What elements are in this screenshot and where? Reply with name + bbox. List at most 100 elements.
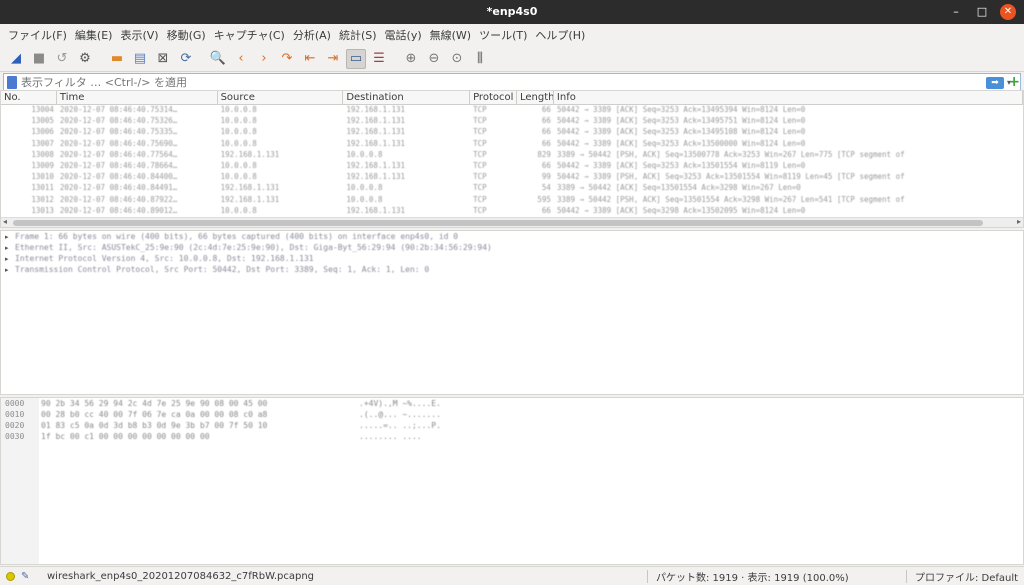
capture-comment-icon[interactable]: ✎ bbox=[21, 571, 35, 582]
detail-tree-label: Internet Protocol Version 4, Src: 10.0.0… bbox=[15, 254, 314, 263]
scroll-right-icon[interactable]: ▸ bbox=[1017, 217, 1021, 226]
detail-tree-item[interactable]: ▸ Transmission Control Protocol, Src Port… bbox=[1, 264, 1023, 275]
go-to-packet-icon[interactable]: ↷ bbox=[277, 49, 297, 69]
packet-cell: 2020-12-07 08:46:40.87922… bbox=[59, 194, 178, 204]
hex-row[interactable]: 0000 90 2b 34 56 29 94 2c 4d 7e 25 9e 90 … bbox=[1, 398, 1023, 409]
hex-offset: 0010 bbox=[5, 410, 25, 419]
packet-cell: TCP bbox=[473, 149, 487, 159]
autoscroll-icon[interactable]: ▭ bbox=[346, 48, 366, 69]
scrollbar-thumb[interactable] bbox=[13, 220, 983, 226]
column-header[interactable]: Destination bbox=[343, 91, 471, 104]
expand-arrow-icon[interactable]: ▸ bbox=[5, 244, 15, 252]
resize-columns-icon[interactable]: ⫼ bbox=[470, 49, 490, 69]
expand-arrow-icon[interactable]: ▸ bbox=[5, 233, 15, 241]
close-file-icon[interactable]: ⊠ bbox=[153, 49, 173, 69]
packet-row[interactable]: 13007 2020-12-07 08:46:40.75690… 10.0.0.8 1… bbox=[1, 139, 1023, 150]
packet-cell: 13004 bbox=[31, 105, 54, 114]
hex-row[interactable]: 0030 1f bc 00 c1 00 00 00 00 00 00 00 00.… bbox=[1, 431, 1023, 442]
menu-item[interactable]: 無線(W) bbox=[426, 27, 475, 43]
packet-cell: 10.0.0.8 bbox=[220, 116, 257, 126]
shark-fin-start-icon[interactable]: ◢ bbox=[6, 49, 26, 69]
toolbar-separator bbox=[392, 49, 398, 69]
title-bar: *enp4s0 – □ ✕ bbox=[0, 0, 1024, 24]
packet-cell: 3389 → 50442 [ACK] Seq=13501554 Ack=3298… bbox=[556, 183, 801, 193]
go-back-icon[interactable]: ‹ bbox=[231, 49, 251, 69]
column-header[interactable]: Time bbox=[57, 91, 218, 104]
menu-item[interactable]: 電話(y) bbox=[381, 27, 426, 43]
capture-options-icon[interactable]: ⚙ bbox=[75, 49, 95, 69]
packet-cell: 2020-12-07 08:46:40.77564… bbox=[59, 149, 178, 159]
packet-cell: 50442 → 3389 [ACK] Seq=3253 Ack=13495751… bbox=[556, 116, 806, 126]
zoom-out-icon[interactable]: ⊖ bbox=[424, 49, 444, 69]
menu-item[interactable]: 表示(V) bbox=[116, 27, 162, 43]
scroll-left-icon[interactable]: ◂ bbox=[3, 217, 7, 226]
packet-row[interactable]: 13009 2020-12-07 08:46:40.78664… 10.0.0.8 1… bbox=[1, 161, 1023, 172]
first-packet-icon[interactable]: ⇤ bbox=[300, 49, 320, 69]
packet-cell: 595 bbox=[537, 194, 551, 204]
reload-icon[interactable]: ⟳ bbox=[176, 49, 196, 69]
packet-cell: 192.168.1.131 bbox=[220, 194, 280, 204]
menu-item[interactable]: 統計(S) bbox=[335, 27, 381, 43]
expand-arrow-icon[interactable]: ▸ bbox=[5, 266, 15, 274]
packet-row[interactable]: 13005 2020-12-07 08:46:40.75326… 10.0.0.8 1… bbox=[1, 116, 1023, 127]
column-header[interactable]: Length bbox=[517, 91, 554, 104]
expand-arrow-icon[interactable]: ▸ bbox=[5, 255, 15, 263]
menu-item[interactable]: ツール(T) bbox=[475, 27, 531, 43]
menu-item[interactable]: キャプチャ(C) bbox=[210, 27, 289, 43]
packet-row[interactable]: 13010 2020-12-07 08:46:40.84400… 10.0.0.8 1… bbox=[1, 172, 1023, 183]
column-header[interactable]: Info bbox=[554, 91, 1023, 104]
menu-item[interactable]: 編集(E) bbox=[71, 27, 117, 43]
display-filter-input[interactable] bbox=[21, 76, 986, 89]
menu-item[interactable]: 移動(G) bbox=[163, 27, 210, 43]
apply-filter-button[interactable]: ➡ bbox=[986, 76, 1004, 89]
packet-cell: TCP bbox=[473, 105, 487, 114]
menu-item[interactable]: 分析(A) bbox=[289, 27, 335, 43]
packet-row[interactable]: 13006 2020-12-07 08:46:40.75335… 10.0.0.8 1… bbox=[1, 127, 1023, 138]
maximize-button[interactable]: □ bbox=[974, 4, 990, 20]
zoom-in-icon[interactable]: ⊕ bbox=[401, 49, 421, 69]
hex-row[interactable]: 0010 00 28 b0 cc 40 00 7f 06 7e ca 0a 00 … bbox=[1, 409, 1023, 420]
minimize-button[interactable]: – bbox=[948, 4, 964, 20]
packet-cell: 54 bbox=[541, 183, 551, 193]
menu-item[interactable]: ヘルプ(H) bbox=[531, 27, 589, 43]
toolbar-separator bbox=[98, 49, 104, 69]
add-filter-button[interactable]: + bbox=[1008, 74, 1020, 90]
packet-cell: 13007 bbox=[31, 138, 54, 148]
menu-item[interactable]: ファイル(F) bbox=[4, 27, 71, 43]
colorize-icon[interactable]: ☰ bbox=[369, 49, 389, 69]
packet-row[interactable]: 13011 2020-12-07 08:46:40.84491… 192.168.1… bbox=[1, 183, 1023, 194]
detail-tree-item[interactable]: ▸ Internet Protocol Version 4, Src: 10.0.… bbox=[1, 253, 1023, 264]
column-header[interactable]: Source bbox=[218, 91, 344, 104]
packet-cell: 10.0.0.8 bbox=[220, 160, 257, 170]
close-window-button[interactable]: ✕ bbox=[1000, 4, 1016, 20]
restart-icon[interactable]: ↺ bbox=[52, 49, 72, 69]
go-forward-icon[interactable]: › bbox=[254, 49, 274, 69]
packet-cell: 2020-12-07 08:46:40.75314… bbox=[59, 105, 178, 114]
packet-cell: 2020-12-07 08:46:40.84400… bbox=[59, 172, 178, 182]
last-packet-icon[interactable]: ⇥ bbox=[323, 49, 343, 69]
packet-row[interactable]: 13004 2020-12-07 08:46:40.75314… 10.0.0.8 1… bbox=[1, 105, 1023, 116]
hex-bytes: 01 83 c5 0a 0d 3d b8 b3 0d 9e 3b b7 00 7… bbox=[41, 421, 268, 430]
horizontal-scrollbar[interactable]: ◂ ▸ bbox=[1, 217, 1023, 227]
bookmark-icon[interactable] bbox=[7, 76, 17, 89]
packet-row[interactable]: 13008 2020-12-07 08:46:40.77564… 192.168.1… bbox=[1, 150, 1023, 161]
open-folder-icon[interactable]: ▬ bbox=[107, 49, 127, 69]
stop-icon[interactable]: ■ bbox=[29, 49, 49, 69]
find-icon[interactable]: 🔍 bbox=[208, 49, 228, 69]
hex-row[interactable]: 0020 01 83 c5 0a 0d 3d b8 b3 0d 9e 3b b7 … bbox=[1, 420, 1023, 431]
window-title: *enp4s0 bbox=[486, 5, 538, 18]
save-file-icon[interactable]: ▤ bbox=[130, 49, 150, 69]
packet-row[interactable]: 13012 2020-12-07 08:46:40.87922… 192.168.1… bbox=[1, 195, 1023, 206]
packet-row[interactable]: 13013 2020-12-07 08:46:40.89012… 10.0.0.8 1… bbox=[1, 206, 1023, 217]
detail-tree-item[interactable]: ▸ Frame 1: 66 bytes on wire (400 bits), 6… bbox=[1, 231, 1023, 242]
detail-tree-item[interactable]: ▸ Ethernet II, Src: ASUSTekC_25:9e:90 (2c… bbox=[1, 242, 1023, 253]
expert-info-icon[interactable] bbox=[6, 571, 15, 581]
column-header[interactable]: Protocol bbox=[470, 91, 517, 104]
packet-cell: TCP bbox=[473, 138, 487, 148]
profile-selector[interactable]: プロファイル: Default bbox=[915, 569, 1018, 584]
packet-cell: TCP bbox=[473, 127, 487, 137]
zoom-normal-icon[interactable]: ⊙ bbox=[447, 49, 467, 69]
detail-tree-label: Frame 1: 66 bytes on wire (400 bits), 66… bbox=[15, 232, 459, 241]
packet-cell: TCP bbox=[473, 183, 487, 193]
column-header[interactable]: No. bbox=[1, 91, 57, 104]
